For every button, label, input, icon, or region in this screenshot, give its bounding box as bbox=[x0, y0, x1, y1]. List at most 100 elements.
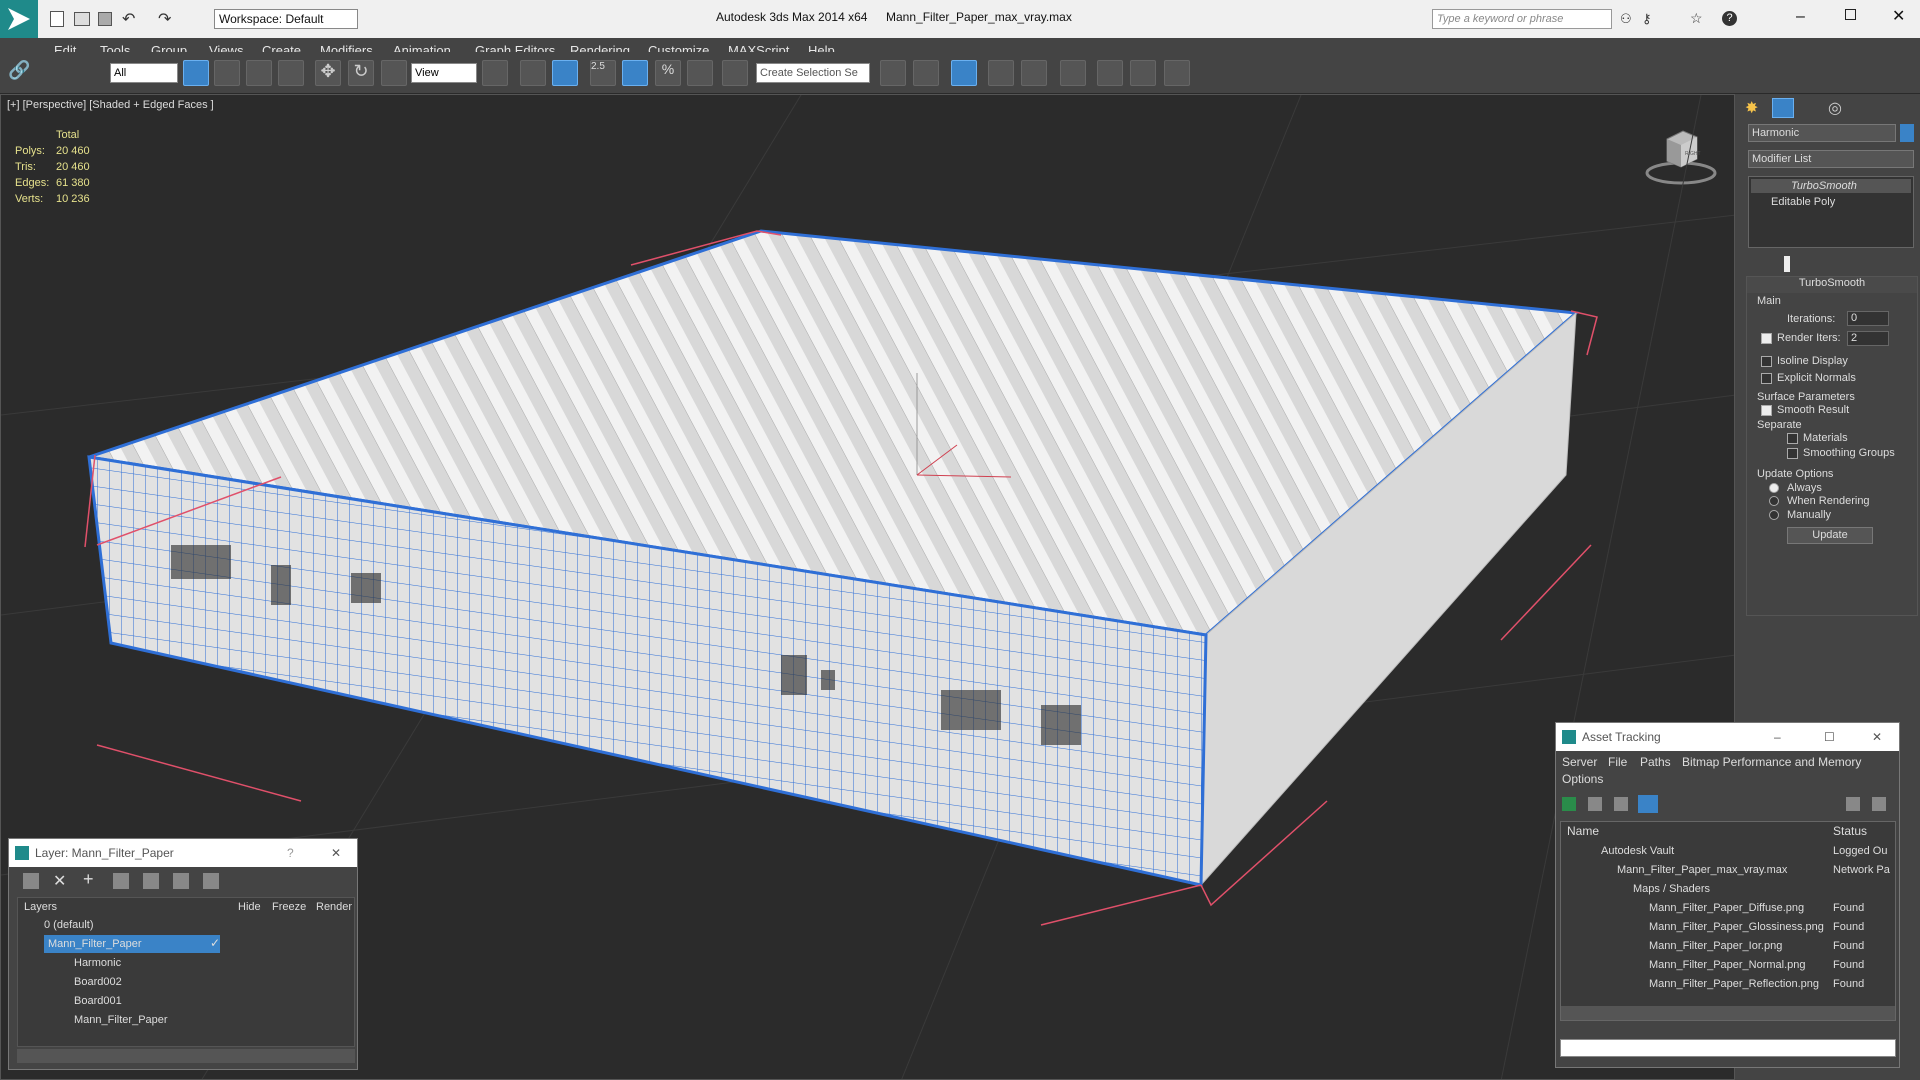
help-icon[interactable]: ? bbox=[1722, 11, 1737, 26]
favorites-star-icon[interactable]: ☆ bbox=[1690, 10, 1703, 27]
render-iters-spinner[interactable]: 2 bbox=[1847, 331, 1889, 346]
pivot-center-icon[interactable] bbox=[482, 60, 508, 86]
rollout-title[interactable]: TurboSmooth bbox=[1747, 277, 1917, 293]
app-logo-icon[interactable] bbox=[0, 0, 38, 38]
asset-hscrollbar[interactable] bbox=[1561, 1006, 1895, 1020]
asset-row[interactable]: Autodesk Vault Logged Ou bbox=[1601, 842, 1920, 860]
angle-snap-icon[interactable] bbox=[622, 60, 648, 86]
asset-row[interactable]: Mann_Filter_Paper_Reflection.png Found bbox=[1649, 975, 1897, 993]
asset-row[interactable]: Mann_Filter_Paper_Diffuse.png Found bbox=[1649, 899, 1897, 917]
unlink-icon[interactable] bbox=[40, 60, 66, 86]
mirror-icon[interactable] bbox=[880, 60, 906, 86]
bind-spacewarp-icon[interactable] bbox=[72, 60, 98, 86]
asset-row[interactable]: Mann_Filter_Paper_Normal.png Found bbox=[1649, 956, 1897, 974]
layer-window[interactable]: Layer: Mann_Filter_Paper ? ✕ ✕ + Layers … bbox=[8, 838, 358, 1070]
manually-radio[interactable] bbox=[1769, 510, 1779, 520]
layer-col-render[interactable]: Render bbox=[316, 901, 352, 913]
smooth-result-checkbox[interactable] bbox=[1761, 405, 1772, 416]
active-layer-check-icon[interactable]: ✓ bbox=[210, 936, 220, 950]
move-icon[interactable]: ✥ bbox=[315, 60, 341, 86]
select-manipulate-icon[interactable] bbox=[520, 60, 546, 86]
save-file-icon[interactable] bbox=[98, 12, 112, 26]
asset-settings-icon[interactable] bbox=[1872, 797, 1886, 811]
asset-row[interactable]: Maps / Shaders bbox=[1633, 880, 1833, 898]
asset-window-titlebar[interactable]: Asset Tracking – ☐ ✕ bbox=[1556, 723, 1899, 751]
explicit-normals-checkbox[interactable] bbox=[1761, 373, 1772, 384]
select-layer-objects-icon[interactable] bbox=[113, 873, 129, 889]
freeze-all-layers-icon[interactable] bbox=[203, 873, 219, 889]
modify-tab-icon[interactable] bbox=[1772, 98, 1794, 118]
update-button[interactable]: Update bbox=[1787, 527, 1873, 544]
snap-toggle-icon[interactable]: 2.5 bbox=[590, 60, 616, 86]
object-color-swatch[interactable] bbox=[1900, 124, 1914, 142]
motion-tab-icon[interactable]: ◎ bbox=[1828, 98, 1850, 118]
isoline-checkbox[interactable] bbox=[1761, 356, 1772, 367]
create-layer-icon[interactable] bbox=[23, 873, 39, 889]
make-unique-icon[interactable] bbox=[1814, 256, 1830, 272]
layer-row[interactable]: Mann_Filter_Paper bbox=[74, 1011, 224, 1029]
asset-col-name[interactable]: Name bbox=[1567, 824, 1599, 838]
hide-all-layers-icon[interactable] bbox=[173, 873, 189, 889]
asset-maximize-button[interactable]: ☐ bbox=[1824, 723, 1835, 751]
refresh-icon[interactable] bbox=[1562, 797, 1576, 811]
percent-snap-icon[interactable]: % bbox=[655, 60, 681, 86]
add-to-layer-icon[interactable]: + bbox=[83, 869, 94, 890]
link-icon[interactable]: 🔗 bbox=[8, 60, 34, 86]
asset-row[interactable]: Mann_Filter_Paper_max_vray.max Network P… bbox=[1617, 861, 1920, 879]
layer-row[interactable]: Harmonic bbox=[74, 954, 224, 972]
asset-help-icon[interactable] bbox=[1846, 797, 1860, 811]
named-selection-select[interactable]: Create Selection Se bbox=[756, 63, 870, 83]
render-teapot-icon[interactable] bbox=[1164, 60, 1190, 86]
new-file-icon[interactable] bbox=[50, 11, 64, 27]
pin-stack-icon[interactable] bbox=[1754, 256, 1770, 272]
modifier-list-select[interactable]: Modifier List bbox=[1748, 150, 1914, 168]
layer-col-layers[interactable]: Layers bbox=[24, 901, 57, 913]
remove-modifier-icon[interactable] bbox=[1840, 256, 1856, 272]
stack-item-turbosmooth[interactable]: TurboSmooth bbox=[1751, 179, 1911, 193]
smoothing-groups-checkbox[interactable] bbox=[1787, 448, 1798, 459]
select-by-name-icon[interactable] bbox=[214, 60, 240, 86]
layer-row[interactable]: Mann_Filter_Paper bbox=[44, 935, 220, 953]
layer-row[interactable]: Board002 bbox=[74, 973, 224, 991]
hierarchy-tab-icon[interactable] bbox=[1800, 98, 1822, 118]
layer-row[interactable]: Board001 bbox=[74, 992, 224, 1010]
layer-close-button[interactable]: ✕ bbox=[331, 839, 341, 867]
selection-filter-select[interactable]: All bbox=[110, 63, 178, 83]
utilities-tab-icon[interactable] bbox=[1884, 98, 1906, 118]
display-tab-icon[interactable] bbox=[1856, 98, 1878, 118]
render-iters-checkbox[interactable] bbox=[1761, 333, 1772, 344]
undo-icon[interactable]: ↶ bbox=[122, 9, 135, 29]
asset-row[interactable]: Mann_Filter_Paper_Glossiness.png Found bbox=[1649, 918, 1897, 936]
list-view-icon[interactable] bbox=[1588, 797, 1602, 811]
show-end-result-icon[interactable] bbox=[1784, 256, 1790, 272]
layer-window-titlebar[interactable]: Layer: Mann_Filter_Paper ? ✕ bbox=[9, 839, 357, 867]
configure-sets-icon[interactable] bbox=[1878, 256, 1894, 272]
graphite-ribbon-icon[interactable] bbox=[988, 60, 1014, 86]
reference-coord-select[interactable]: View bbox=[411, 63, 477, 83]
search-input[interactable]: Type a keyword or phrase bbox=[1432, 9, 1612, 29]
asset-minimize-button[interactable]: – bbox=[1774, 723, 1781, 751]
layer-row[interactable]: 0 (default) bbox=[44, 916, 224, 934]
minimize-button[interactable]: – bbox=[1796, 8, 1805, 26]
asset-menu-paths[interactable]: Paths bbox=[1640, 755, 1671, 769]
table-view-icon[interactable] bbox=[1614, 797, 1628, 811]
highlight-layer-icon[interactable] bbox=[143, 873, 159, 889]
asset-menu-server[interactable]: Server bbox=[1562, 755, 1597, 769]
keyboard-shortcut-icon[interactable] bbox=[552, 60, 578, 86]
edit-named-selection-icon[interactable] bbox=[722, 60, 748, 86]
open-file-icon[interactable] bbox=[74, 12, 90, 26]
always-radio[interactable] bbox=[1769, 483, 1779, 493]
layer-col-freeze[interactable]: Freeze bbox=[272, 901, 306, 913]
asset-menu-options[interactable]: Options bbox=[1562, 772, 1603, 786]
delete-layer-icon[interactable]: ✕ bbox=[53, 871, 66, 891]
rect-selection-icon[interactable] bbox=[246, 60, 272, 86]
grid-view-icon[interactable] bbox=[1638, 795, 1658, 813]
asset-col-status[interactable]: Status bbox=[1833, 824, 1867, 838]
schematic-view-icon[interactable] bbox=[1060, 60, 1086, 86]
key-icon[interactable]: ⚷ bbox=[1642, 11, 1652, 27]
workspace-dropdown[interactable]: Workspace: Default bbox=[214, 9, 358, 29]
asset-path-field[interactable] bbox=[1560, 1039, 1896, 1057]
maximize-button[interactable] bbox=[1845, 9, 1856, 20]
asset-close-button[interactable]: ✕ bbox=[1872, 723, 1882, 751]
asset-row[interactable]: Mann_Filter_Paper_Ior.png Found bbox=[1649, 937, 1897, 955]
